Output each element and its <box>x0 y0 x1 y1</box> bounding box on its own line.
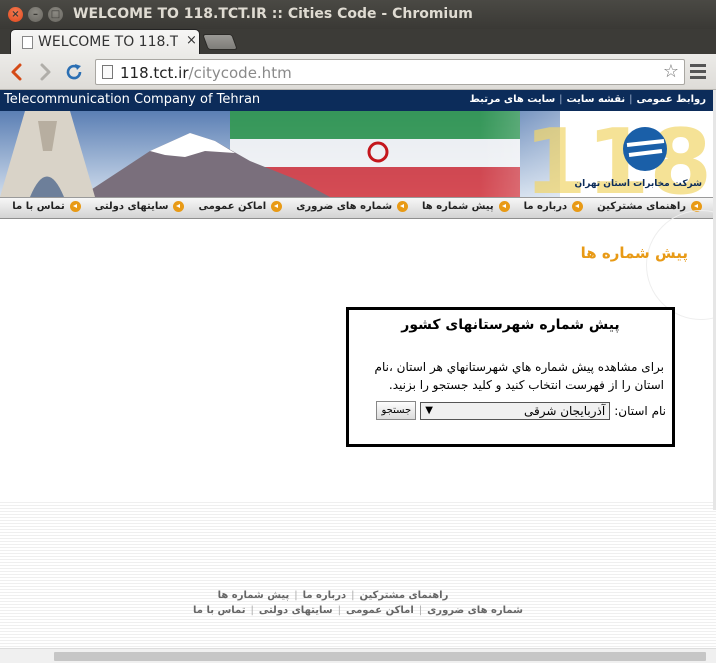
nav-item-emergency-numbers[interactable]: شماره های ضروری <box>296 201 409 212</box>
page-favicon-icon <box>22 36 33 49</box>
nav-item-government-sites[interactable]: سایتهای دولتی <box>95 201 185 212</box>
address-bar[interactable]: 118.tct.ir/citycode.htm ☆ <box>95 59 685 85</box>
province-search-form: نام استان: آذربایجان شرقی ▼ جستجو <box>376 401 666 420</box>
top-links: روابط عمومی|نقشه سایت|سایت های مرتبط <box>469 94 706 105</box>
nav-item-public-places[interactable]: اماکن عمومی <box>198 201 283 212</box>
browser-menu-icon[interactable] <box>690 64 706 80</box>
tab-title: WELCOME TO 118.TCT.IR :: Cities Code <box>38 34 178 50</box>
web-page: Telecommunication Company of Tehran رواب… <box>0 90 716 663</box>
forward-arrow-icon[interactable] <box>34 61 56 83</box>
nav-item-about-us[interactable]: درباره ما <box>524 201 584 212</box>
horizontal-scrollbar[interactable] <box>0 648 716 663</box>
footer-link-area-codes[interactable]: پیش شماره ها <box>218 590 290 601</box>
top-link-public-relations[interactable]: روابط عمومی <box>637 94 706 105</box>
footer-link-public-places[interactable]: اماکن عمومی <box>346 605 414 616</box>
browser-toolbar: 118.tct.ir/citycode.htm ☆ <box>0 54 716 90</box>
tab-strip: WELCOME TO 118.TCT.IR :: Cities Code × <box>0 29 716 54</box>
nav-item-contact-us[interactable]: تماس با ما <box>12 201 81 212</box>
decorative-circle <box>646 210 716 320</box>
page-icon <box>102 65 113 79</box>
main-nav: راهنمای مشترکین درباره ما پیش شماره ها ش… <box>0 197 716 219</box>
page-title: پیش شماره ها <box>580 244 688 262</box>
new-tab-button[interactable] <box>202 34 238 50</box>
window-close-button[interactable]: × <box>8 7 23 22</box>
reload-icon[interactable] <box>63 61 85 83</box>
province-selected-value: آذربایجان شرقی <box>523 403 606 418</box>
tct-logo-icon <box>623 127 667 171</box>
window-title: WELCOME TO 118.TCT.IR :: Cities Code - C… <box>73 6 473 22</box>
tab-close-icon[interactable]: × <box>186 33 197 48</box>
top-link-sitemap[interactable]: نقشه سایت <box>567 94 626 105</box>
province-label: نام استان: <box>614 403 666 418</box>
nav-bullet-icon <box>572 201 584 212</box>
footer-link-emergency-numbers[interactable]: شماره های ضروری <box>427 605 523 616</box>
banner-image: 118 شرکت مخابرات استان تهران <box>0 111 716 197</box>
footer-link-government-sites[interactable]: سایتهای دولتی <box>259 605 333 616</box>
footer-link-about-us[interactable]: درباره ما <box>303 590 347 601</box>
city-code-box-title: پیش شماره شهرستانهای کشور <box>401 317 620 333</box>
window-titlebar: × – □ WELCOME TO 118.TCT.IR :: Cities Co… <box>0 0 716 29</box>
footer-link-contact-us[interactable]: تماس با ما <box>193 605 245 616</box>
dropdown-arrow-icon: ▼ <box>425 404 433 416</box>
province-select[interactable]: آذربایجان شرقی ▼ <box>420 401 611 420</box>
url-path: /citycode.htm <box>188 64 292 82</box>
nav-bullet-icon <box>173 201 185 212</box>
nav-item-customer-guide[interactable]: راهنمای مشترکین <box>597 201 702 212</box>
url-host: 118.tct.ir <box>120 64 189 82</box>
window-minimize-button[interactable]: – <box>28 7 43 22</box>
nav-bullet-icon <box>498 201 510 212</box>
site-banner: 118 شرکت مخابرات استان تهران <box>0 111 716 197</box>
company-name-en: Telecommunication Company of Tehran <box>4 92 261 107</box>
url-text[interactable]: 118.tct.ir/citycode.htm <box>120 64 292 82</box>
city-code-instructions: برای مشاهده پیش شماره هاي شهرستانهاي هر … <box>374 360 664 392</box>
footer: راهنمای مشترکین|درباره ما|پیش شماره ها ش… <box>0 500 716 663</box>
site-top-strip: Telecommunication Company of Tehran رواب… <box>0 90 716 111</box>
footer-row-2: شماره های ضروری|اماکن عمومی|سایتهای دولت… <box>193 605 523 616</box>
footer-links: راهنمای مشترکین|درباره ما|پیش شماره ها ش… <box>0 588 716 618</box>
city-code-box: پیش شماره شهرستانهای کشور برای مشاهده پی… <box>346 307 675 447</box>
horizontal-scrollbar-thumb[interactable] <box>54 652 706 661</box>
nav-bullet-icon <box>397 201 409 212</box>
nav-bullet-icon <box>271 201 283 212</box>
browser-tab[interactable]: WELCOME TO 118.TCT.IR :: Cities Code × <box>10 29 200 54</box>
window-maximize-button[interactable]: □ <box>48 7 63 22</box>
footer-row-1: راهنمای مشترکین|درباره ما|پیش شماره ها <box>217 590 449 601</box>
top-link-related-sites[interactable]: سایت های مرتبط <box>469 94 555 105</box>
logo-text: شرکت مخابرات استان تهران <box>574 179 702 189</box>
nav-item-area-codes[interactable]: پیش شماره ها <box>422 201 510 212</box>
nav-bullet-icon <box>69 201 81 212</box>
bookmark-star-icon[interactable]: ☆ <box>663 61 679 82</box>
back-arrow-icon[interactable] <box>6 61 28 83</box>
search-button[interactable]: جستجو <box>376 401 417 420</box>
footer-link-customer-guide[interactable]: راهنمای مشترکین <box>359 590 448 601</box>
